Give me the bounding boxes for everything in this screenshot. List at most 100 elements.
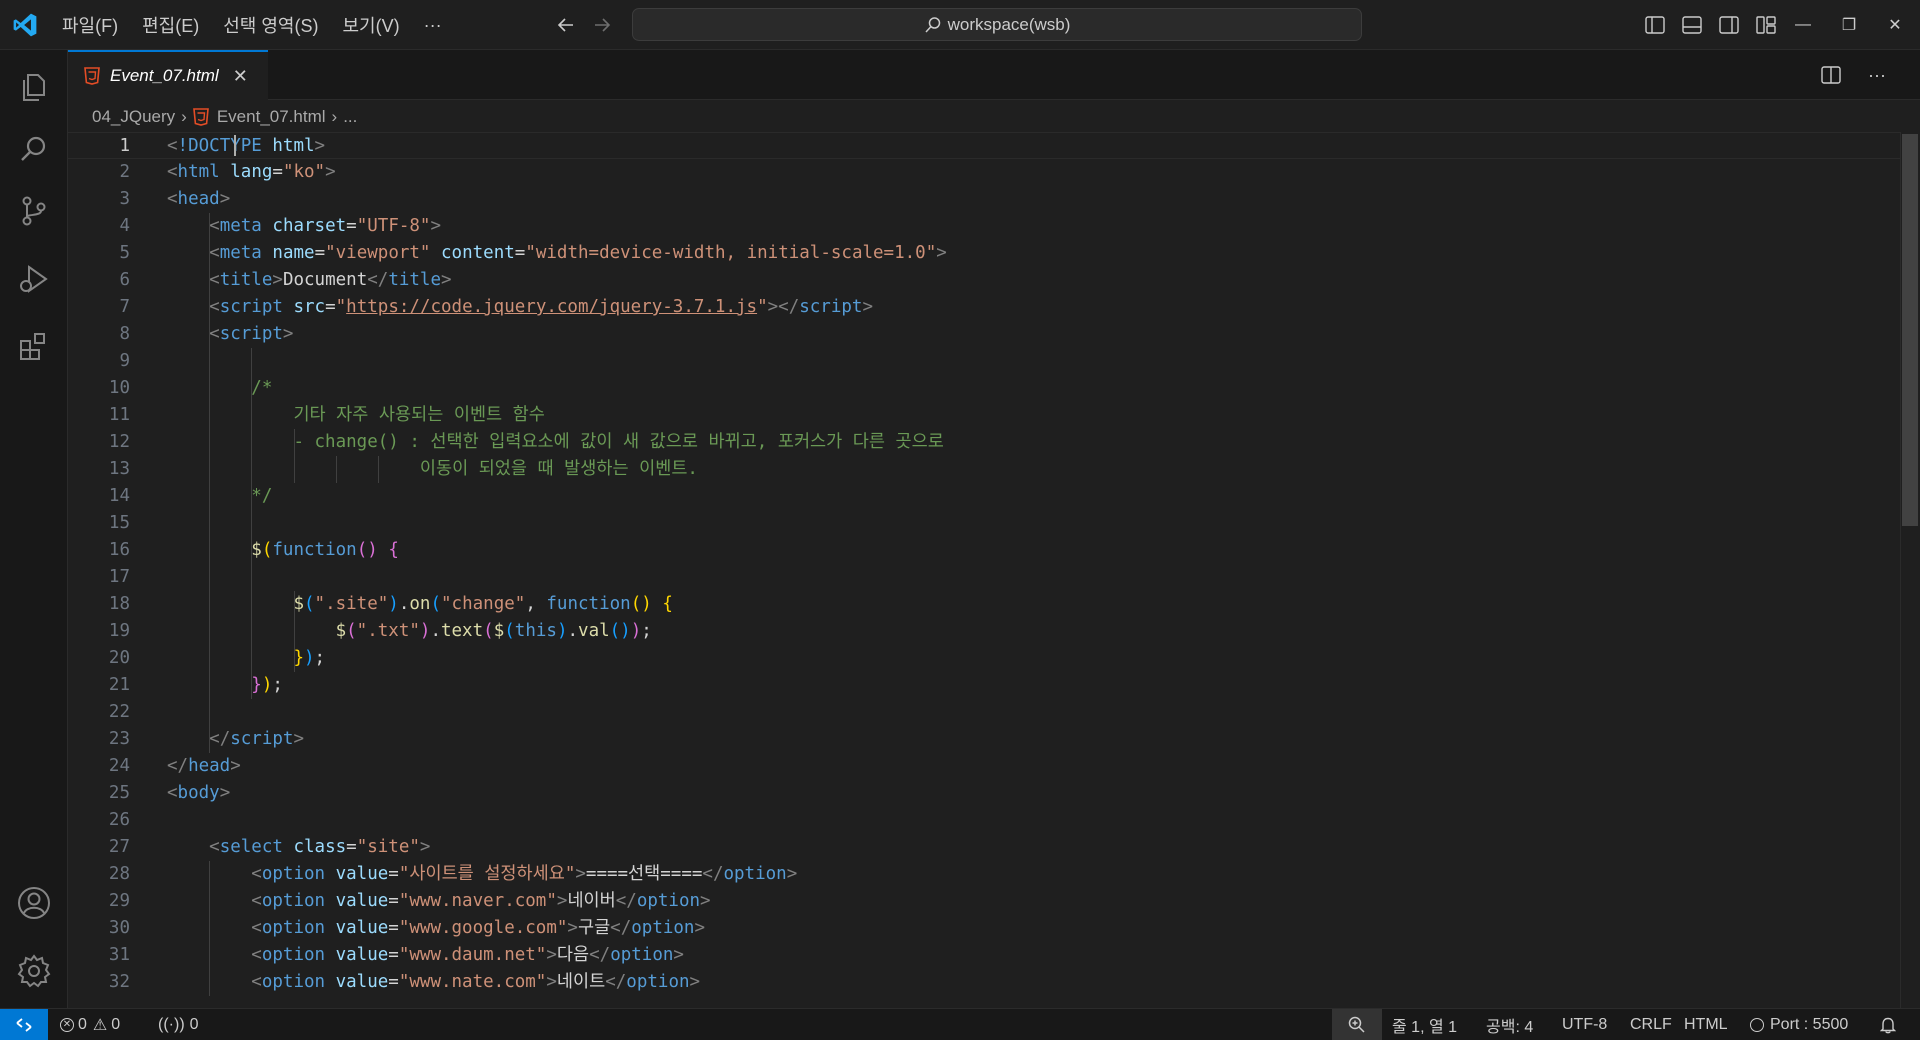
breadcrumb-more[interactable]: ... bbox=[343, 107, 357, 127]
remote-icon bbox=[16, 1017, 32, 1032]
indent-guide bbox=[251, 348, 253, 699]
line-number: 5 bbox=[119, 243, 130, 263]
indent-guide bbox=[209, 861, 211, 996]
code-line[interactable]: 28 <option value="사이트를 설정하세요">====선택====… bbox=[68, 861, 1900, 888]
breadcrumb-file[interactable]: Event_07.html bbox=[217, 107, 326, 127]
command-center-search[interactable]: workspace(wsb) bbox=[632, 8, 1362, 41]
code-text: </script> bbox=[209, 729, 304, 749]
language-mode[interactable]: HTML bbox=[1684, 1009, 1728, 1040]
code-line[interactable]: 25 <body> bbox=[68, 780, 1900, 807]
code-line[interactable]: 4 <meta charset="UTF-8"> bbox=[68, 213, 1900, 240]
menu-more[interactable]: ··· bbox=[424, 15, 442, 36]
code-line[interactable]: 6 <title>Document</title> bbox=[68, 267, 1900, 294]
code-line[interactable]: 12 - change() : 선택한 입력요소에 값이 새 값으로 바뀌고, … bbox=[68, 429, 1900, 456]
accounts-icon[interactable] bbox=[0, 872, 68, 934]
line-number: 17 bbox=[108, 567, 130, 587]
code-text: <script src="https://code.jquery.com/jqu… bbox=[209, 297, 873, 317]
code-line[interactable]: 11 기타 자주 사용되는 이벤트 함수 bbox=[68, 402, 1900, 429]
close-window-icon[interactable]: ✕ bbox=[1872, 15, 1918, 35]
back-arrow-icon[interactable] bbox=[548, 12, 584, 38]
code-line[interactable]: 32 <option value="www.nate.com">네이트</opt… bbox=[68, 969, 1900, 996]
scrollbar-thumb[interactable] bbox=[1902, 134, 1918, 526]
minimize-icon[interactable]: — bbox=[1780, 16, 1826, 34]
code-line[interactable]: 19 $(".txt").text($(this).val()); bbox=[68, 618, 1900, 645]
code-line[interactable]: 29 <option value="www.naver.com">네이버</op… bbox=[68, 888, 1900, 915]
run-debug-icon[interactable] bbox=[0, 248, 68, 310]
code-line[interactable]: 24 </head> bbox=[68, 753, 1900, 780]
title-bar: 파일(F) 편집(E) 선택 영역(S) 보기(V) ··· workspace… bbox=[0, 0, 1920, 50]
code-line[interactable]: 1 <!DOCTYPE html> bbox=[68, 132, 1900, 159]
code-line[interactable]: 21 }); bbox=[68, 672, 1900, 699]
search-sidebar-icon[interactable] bbox=[0, 118, 68, 180]
code-text: $(function() { bbox=[251, 540, 399, 560]
code-line[interactable]: 31 <option value="www.daum.net">다음</opti… bbox=[68, 942, 1900, 969]
end-of-line[interactable]: CRLF bbox=[1630, 1009, 1672, 1040]
breadcrumb-folder[interactable]: 04_JQuery bbox=[92, 107, 175, 127]
notifications-bell-icon[interactable] bbox=[1880, 1009, 1896, 1040]
code-line[interactable]: 22 bbox=[68, 699, 1900, 726]
code-line[interactable]: 26 bbox=[68, 807, 1900, 834]
split-editor-icon[interactable] bbox=[1808, 62, 1854, 88]
ports-indicator[interactable]: ((·)) 0 bbox=[158, 1009, 199, 1040]
toggle-secondary-sidebar-icon[interactable] bbox=[1710, 12, 1747, 38]
extensions-icon[interactable] bbox=[0, 316, 68, 378]
menu-edit[interactable]: 편집(E) bbox=[142, 12, 199, 38]
code-line[interactable]: 7 <script src="https://code.jquery.com/j… bbox=[68, 294, 1900, 321]
source-control-icon[interactable] bbox=[0, 180, 68, 242]
code-line[interactable]: 15 bbox=[68, 510, 1900, 537]
code-line[interactable]: 23 </script> bbox=[68, 726, 1900, 753]
menu-bar: 파일(F) 편집(E) 선택 영역(S) 보기(V) ··· bbox=[62, 0, 466, 50]
toggle-primary-sidebar-icon[interactable] bbox=[1636, 12, 1673, 38]
code-text: <option value="사이트를 설정하세요">====선택====</o… bbox=[251, 864, 798, 884]
code-editor[interactable]: 1 <!DOCTYPE html> 2 <html lang="ko"> 3 <head>… bbox=[68, 132, 1900, 1008]
code-line[interactable]: 2 <html lang="ko"> bbox=[68, 159, 1900, 186]
forward-arrow-icon[interactable] bbox=[584, 12, 620, 38]
tab-event-07[interactable]: Event_07.html ✕ bbox=[68, 50, 268, 100]
code-line[interactable]: 20 }); bbox=[68, 645, 1900, 672]
live-server-port[interactable]: Port : 5500 bbox=[1750, 1009, 1848, 1040]
problems-indicator[interactable]: ✕ 0 ⚠ 0 bbox=[60, 1009, 120, 1040]
explorer-icon[interactable] bbox=[0, 56, 68, 118]
code-line[interactable]: 16 $(function() { bbox=[68, 537, 1900, 564]
toggle-panel-icon[interactable] bbox=[1673, 12, 1710, 38]
broadcast-icon: ((·)) bbox=[158, 1015, 185, 1033]
code-line[interactable]: 30 <option value="www.google.com">구글</op… bbox=[68, 915, 1900, 942]
line-number: 15 bbox=[108, 513, 130, 533]
menu-file[interactable]: 파일(F) bbox=[62, 12, 118, 38]
customize-layout-icon[interactable] bbox=[1747, 12, 1784, 38]
line-number: 9 bbox=[119, 351, 130, 371]
code-line[interactable]: 8 <script> bbox=[68, 321, 1900, 348]
zoom-indicator[interactable] bbox=[1332, 1009, 1382, 1040]
code-text: <meta charset="UTF-8"> bbox=[209, 216, 442, 236]
line-number: 27 bbox=[108, 837, 130, 857]
encoding[interactable]: UTF-8 bbox=[1562, 1009, 1607, 1040]
close-tab-icon[interactable]: ✕ bbox=[233, 66, 248, 87]
chevron-right-icon: › bbox=[331, 107, 338, 126]
code-text: }); bbox=[251, 675, 283, 695]
indentation[interactable]: 공백: 4 bbox=[1486, 1009, 1533, 1040]
text-cursor bbox=[234, 135, 236, 156]
line-number: 21 bbox=[108, 675, 130, 695]
restore-icon[interactable]: ❐ bbox=[1826, 15, 1872, 35]
navigation-arrows bbox=[548, 12, 620, 38]
code-line[interactable]: 18 $(".site").on("change", function() { bbox=[68, 591, 1900, 618]
menu-view[interactable]: 보기(V) bbox=[342, 12, 399, 38]
code-line[interactable]: 17 bbox=[68, 564, 1900, 591]
more-actions-icon[interactable]: ··· bbox=[1854, 62, 1900, 88]
line-number: 8 bbox=[119, 324, 130, 344]
cursor-position[interactable]: 줄 1, 열 1 bbox=[1392, 1009, 1457, 1040]
remote-indicator[interactable] bbox=[0, 1009, 48, 1040]
settings-gear-icon[interactable] bbox=[0, 940, 68, 1002]
code-line[interactable]: 14 */ bbox=[68, 483, 1900, 510]
code-line[interactable]: 3 <head> bbox=[68, 186, 1900, 213]
search-text: workspace(wsb) bbox=[947, 14, 1071, 34]
menu-selection[interactable]: 선택 영역(S) bbox=[223, 12, 318, 38]
code-text: }); bbox=[293, 648, 326, 668]
code-line[interactable]: 10 /* bbox=[68, 375, 1900, 402]
editor-actions: ··· bbox=[1808, 62, 1900, 88]
code-line[interactable]: 13 이동이 되었을 때 발생하는 이벤트. bbox=[68, 456, 1900, 483]
error-count: 0 bbox=[78, 1015, 87, 1033]
code-line[interactable]: 27 <select class="site"> bbox=[68, 834, 1900, 861]
code-line[interactable]: 9 bbox=[68, 348, 1900, 375]
code-line[interactable]: 5 <meta name="viewport" content="width=d… bbox=[68, 240, 1900, 267]
